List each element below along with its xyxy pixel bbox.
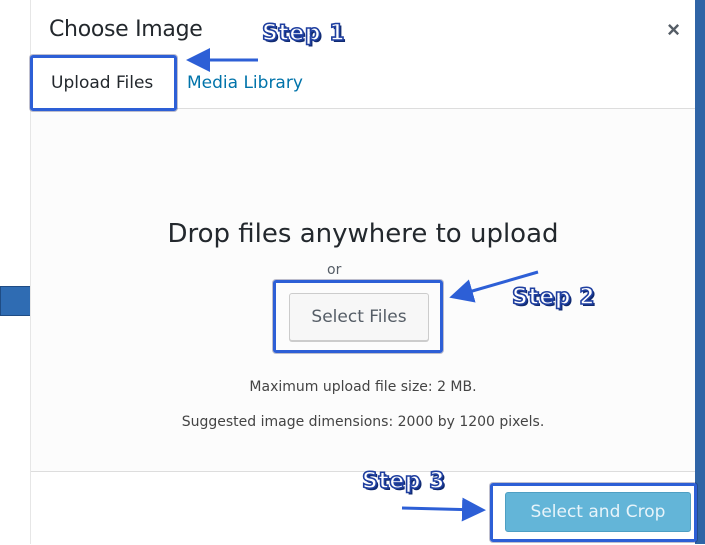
or-text: or xyxy=(327,262,342,278)
max-upload-size-text: Maximum upload file size: 2 MB. xyxy=(249,379,477,395)
step1-highlight-box xyxy=(30,55,177,111)
suggested-dimensions-text: Suggested image dimensions: 2000 by 1200… xyxy=(181,414,545,430)
drop-heading: Drop files anywhere to upload xyxy=(167,219,559,249)
step2-label: Step 2 xyxy=(511,284,595,311)
step3-label: Step 3 xyxy=(361,468,445,495)
step3-highlight-box xyxy=(490,483,697,542)
step1-label: Step 1 xyxy=(261,20,345,47)
tab-media-library[interactable]: Media Library xyxy=(187,73,303,93)
close-icon[interactable]: × xyxy=(667,17,680,43)
background-left-block xyxy=(0,286,31,316)
step2-highlight-box xyxy=(273,280,443,353)
modal-title: Choose Image xyxy=(49,17,203,42)
